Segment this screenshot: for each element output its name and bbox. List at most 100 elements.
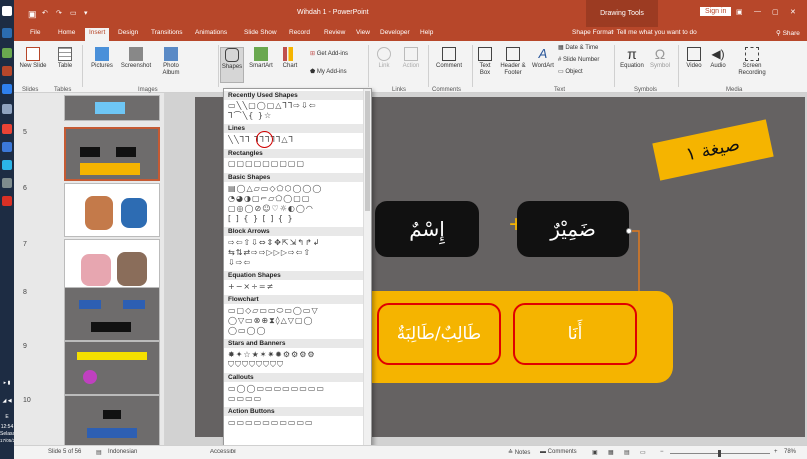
zoom-level[interactable]: 78% <box>784 449 796 455</box>
title-badge[interactable]: صيغة ١ <box>652 119 774 181</box>
photo-album-button[interactable]: Photo Album <box>156 47 186 77</box>
language-icon[interactable]: E <box>0 414 14 420</box>
tab-review[interactable]: Review <box>324 29 345 36</box>
app-icon[interactable] <box>2 48 12 58</box>
file-explorer-icon[interactable] <box>2 28 12 38</box>
powerpoint-taskbar-icon[interactable] <box>2 66 12 76</box>
flowchart-row[interactable]: ◯▽▭⊗⊕⧗◊△▽▢◯ <box>228 316 364 326</box>
tab-home[interactable]: Home <box>58 29 75 36</box>
app-icon[interactable] <box>2 142 12 152</box>
basic-shapes-row[interactable]: ▢◎◯⊘☺♡☼◐◯◠ <box>228 204 364 214</box>
stars-row[interactable]: ⛉⛉⛉⛉⛉⛉⛉⛉ <box>228 360 364 370</box>
my-addins-button[interactable]: ⬟ My Add-ins <box>310 69 362 76</box>
zoom-slider-thumb[interactable] <box>718 450 721 457</box>
sign-in-button[interactable]: Sign in <box>700 7 732 16</box>
header-footer-button[interactable]: Header & Footer <box>498 47 528 77</box>
shapes-button[interactable]: Shapes <box>220 47 244 83</box>
rectangles-row[interactable]: ▢▢▢▢▢▢▢▢▢ <box>228 159 364 169</box>
equation-shapes-row[interactable]: +−×÷=≠ <box>228 282 364 292</box>
close-icon[interactable]: ✕ <box>790 8 796 16</box>
table-button[interactable]: Table <box>52 47 78 70</box>
tell-me-search[interactable]: ♀ Tell me what you want to do <box>610 29 697 36</box>
tab-animations[interactable]: Animations <box>195 29 227 36</box>
basic-shapes-row[interactable]: ◔◕◑▢⌐▱⬠◯▢▢ <box>228 194 364 204</box>
recent-shapes-row[interactable]: ▭╲╲▢◯▢△⅂⅂⇨⇩⇦ <box>228 101 364 111</box>
chart-button[interactable]: Chart <box>278 47 302 70</box>
redo-icon[interactable]: ↷ <box>56 9 62 17</box>
tab-file[interactable]: File <box>30 29 40 36</box>
slide-thumbnail[interactable] <box>64 95 160 121</box>
tab-view[interactable]: View <box>356 29 370 36</box>
app-icon[interactable] <box>2 84 12 94</box>
shapes-gallery[interactable]: Recently Used Shapes ▭╲╲▢◯▢△⅂⅂⇨⇩⇦ ⅂⌒╲{ }… <box>223 88 372 458</box>
scrollbar-thumb[interactable] <box>365 91 370 211</box>
smartart-button[interactable]: SmartArt <box>246 47 276 70</box>
tab-developer[interactable]: Developer <box>380 29 410 36</box>
reading-view-icon[interactable]: ▤ <box>624 449 630 456</box>
stars-row[interactable]: ✸✦☆★✶✷✹⚙⚙⚙⚙ <box>228 350 364 360</box>
date-time-button[interactable]: ▦ Date & Time <box>558 45 610 52</box>
slide-thumbnail[interactable] <box>64 287 160 341</box>
block-arrows-row[interactable]: ⇨⇦⇧⇩⇔⇕✥⇱⇲↰↱↲ <box>228 238 364 248</box>
equation-button[interactable]: π Equation <box>618 47 646 70</box>
normal-view-icon[interactable]: ▣ <box>592 449 598 456</box>
maximize-icon[interactable]: ▢ <box>772 8 779 16</box>
slideshow-view-icon[interactable]: ▭ <box>640 449 646 456</box>
slide-thumbnail[interactable] <box>64 183 160 237</box>
slide-thumbnail-selected[interactable] <box>64 127 160 181</box>
slide-thumbnail[interactable] <box>64 341 160 395</box>
block-arrows-row[interactable]: ⇩⇨⇦ <box>228 258 364 268</box>
start-icon[interactable] <box>2 6 12 16</box>
app-icon[interactable] <box>2 160 12 170</box>
lines-row[interactable]: ╲╲⅂⅂ ⅂⅂⅂⅂⅂△⅂ <box>228 135 364 145</box>
tab-help[interactable]: Help <box>420 29 433 36</box>
comments-button[interactable]: ▬ Comments <box>540 449 577 455</box>
basic-shapes-row[interactable]: ▤◯△▱▭◇⬠⬡◯◯◯ <box>228 184 364 194</box>
zoom-slider[interactable] <box>670 450 770 457</box>
isim-box[interactable]: إِسْمٌ <box>375 201 479 257</box>
gallery-scrollbar[interactable] <box>363 89 371 457</box>
action-buttons-row[interactable]: ▭▭▭▭▭▭▭▭▭▭ <box>228 418 364 428</box>
undo-icon[interactable]: ↶ <box>42 9 48 17</box>
textbox-button[interactable]: Text Box <box>474 47 496 77</box>
tab-slide-show[interactable]: Slide Show <box>244 29 277 36</box>
talib-box[interactable]: طَالِبٌ/طَالِبَةٌ <box>377 303 501 365</box>
zoom-out-icon[interactable]: − <box>660 449 664 455</box>
pictures-button[interactable]: Pictures <box>86 47 118 70</box>
video-button[interactable]: Video <box>682 47 706 70</box>
slide-thumbnail[interactable] <box>64 395 160 449</box>
slide-thumbnail[interactable] <box>64 239 160 293</box>
language-status[interactable]: Indonesian <box>108 449 137 455</box>
wordart-button[interactable]: A WordArt <box>530 47 556 70</box>
tray-icons[interactable]: ▸ ▮ <box>0 380 14 386</box>
tab-insert[interactable]: Insert <box>85 28 110 41</box>
tab-shape-format[interactable]: Shape Format <box>572 29 613 36</box>
app-icon[interactable] <box>2 178 12 188</box>
spelling-icon[interactable]: ▤ <box>96 449 102 456</box>
ribbon-display-icon[interactable]: ▣ <box>736 8 743 16</box>
screen-recording-button[interactable]: Screen Recording <box>732 47 772 77</box>
clock-time[interactable]: 12:54 <box>0 424 14 430</box>
ana-box[interactable]: أَنَا <box>513 303 637 365</box>
flowchart-row[interactable]: ◯▭◯◯ <box>228 326 364 336</box>
chrome-icon[interactable] <box>2 124 12 134</box>
basic-shapes-row[interactable]: [ ] { } [ ] { } <box>228 214 364 224</box>
save-icon[interactable]: ▣ <box>28 9 37 20</box>
action-button[interactable]: Action <box>398 47 424 70</box>
tab-record[interactable]: Record <box>289 29 310 36</box>
symbol-button[interactable]: Ω Symbol <box>646 47 674 70</box>
app-icon[interactable] <box>2 104 12 114</box>
share-button[interactable]: ⚲ Share <box>776 29 800 37</box>
accessibility-status[interactable]: Accessibility: Investigate <box>210 449 236 455</box>
zoom-in-icon[interactable]: + <box>774 449 778 455</box>
audio-button[interactable]: ◀) Audio <box>706 47 730 70</box>
present-icon[interactable]: ▭ <box>70 9 77 17</box>
callouts-row[interactable]: ▭▭▭▭ <box>228 394 364 404</box>
screenshot-button[interactable]: Screenshot <box>118 47 154 70</box>
qat-menu-icon[interactable]: ▾ <box>84 9 88 17</box>
get-addins-button[interactable]: ⊞ Get Add-ins <box>310 51 358 58</box>
callouts-row[interactable]: ▭◯◯▭▭▭▭▭▭▭▭ <box>228 384 364 394</box>
wifi-volume-icon[interactable]: ◢ ◀ <box>0 398 14 404</box>
flowchart-row[interactable]: ▭▢◇▱▭▭⬭▭◯▭▽ <box>228 306 364 316</box>
link-button[interactable]: Link <box>372 47 396 70</box>
